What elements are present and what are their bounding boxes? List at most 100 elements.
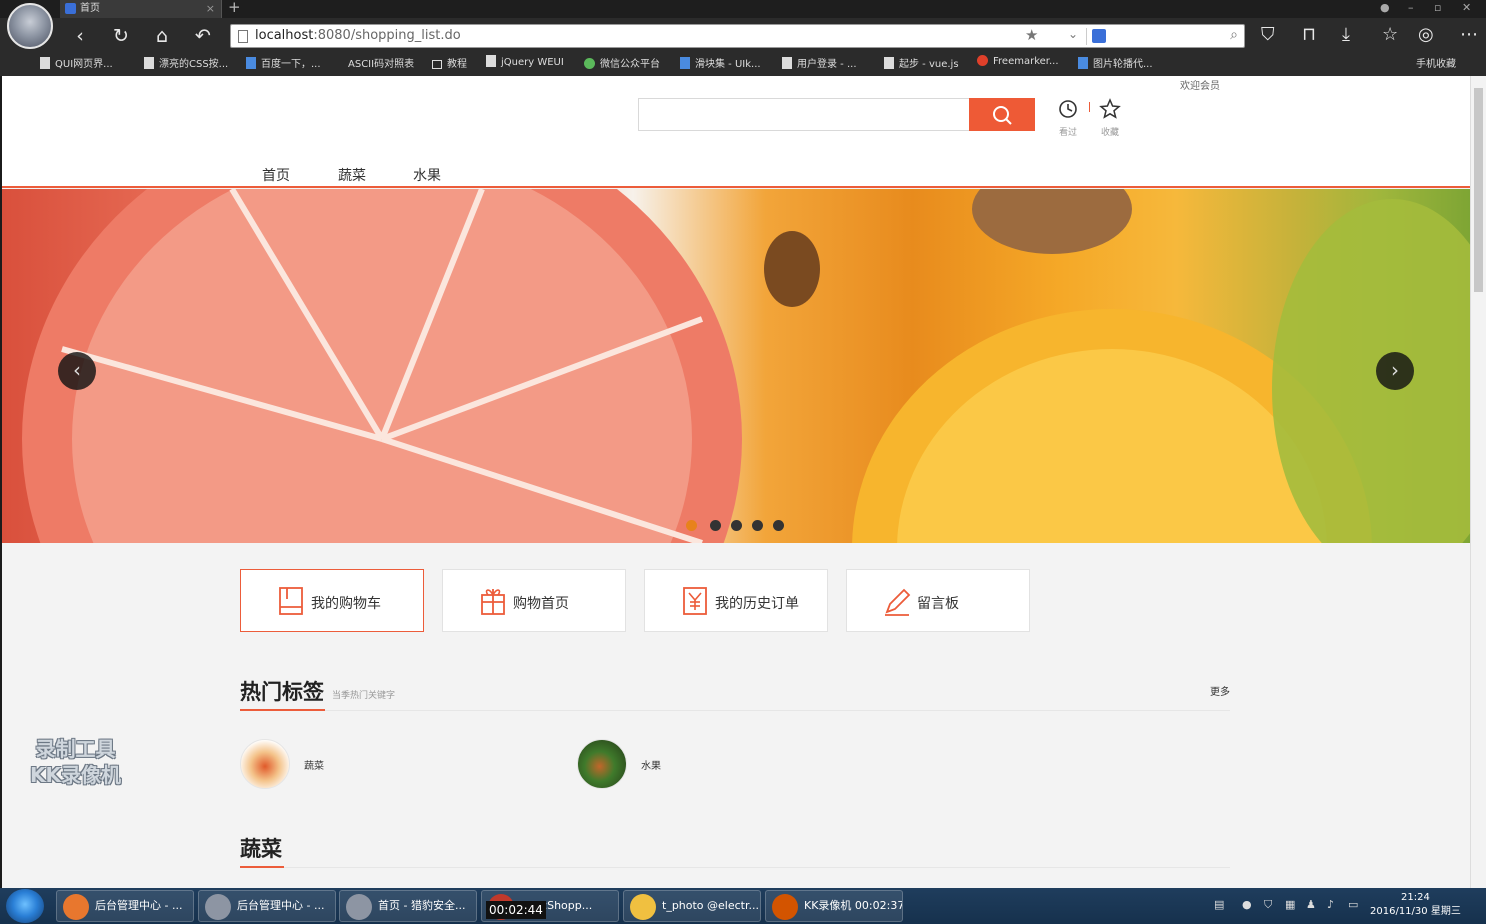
tag-label-fruits[interactable]: 水果 <box>641 757 661 772</box>
more-link[interactable]: 更多 <box>1210 683 1230 698</box>
order-history-button[interactable]: 我的历史订单 <box>644 569 828 632</box>
carousel-next-button[interactable]: › <box>1376 352 1414 390</box>
welcome-text: 欢迎会员 <box>1180 81 1220 92</box>
nav-item-fruits[interactable]: 水果 <box>413 165 441 185</box>
user-tray-icon[interactable]: ♟ <box>1306 898 1320 912</box>
nav-item-home[interactable]: 首页 <box>262 165 290 185</box>
taskbar-item[interactable]: KK录像机 00:02:37 <box>765 890 903 922</box>
search-icon[interactable]: ⌕ <box>1230 27 1238 43</box>
bookmark-item[interactable]: 滑块集 - UIk... <box>680 55 761 70</box>
search-engine-icon[interactable] <box>1092 29 1106 43</box>
history-link[interactable]: 看过 <box>1056 98 1080 138</box>
bookmark-label: 百度一下，... <box>261 59 321 70</box>
restore-icon[interactable]: ▫ <box>1434 1 1441 14</box>
bookmark-label: 教程 <box>447 59 467 70</box>
bookmark-star-icon[interactable]: ★ <box>1025 26 1038 44</box>
volume-icon[interactable]: ♪ <box>1327 898 1341 912</box>
gift-icon <box>481 589 505 615</box>
carousel-prev-button[interactable]: ‹ <box>58 352 96 390</box>
bookmark-folder-icon <box>432 60 442 69</box>
address-bar[interactable]: localhost:8080/shopping_list.do ★ ⌄ ⌕ <box>230 24 1245 48</box>
bookmark-item[interactable]: 百度一下，... <box>246 55 321 70</box>
watermark-line: KK录像机 <box>30 763 121 787</box>
bookmark-item[interactable]: 微信公众平台 <box>584 55 660 70</box>
start-button[interactable] <box>6 889 44 923</box>
bookmark-item[interactable]: QUI网页界... <box>40 55 113 70</box>
url-dropdown-icon[interactable]: ⌄ <box>1068 27 1078 41</box>
browser-icon <box>205 894 231 920</box>
bookmark-blue-icon <box>246 57 256 69</box>
bookmark-item[interactable]: 图片轮播代... <box>1078 55 1153 70</box>
undo-icon[interactable]: ↶ <box>191 24 215 48</box>
taskbar-item-label: 后台管理中心 - ... <box>237 899 325 912</box>
taskbar-item[interactable]: t_photo @electr... <box>623 890 761 922</box>
cart-icon <box>279 587 303 615</box>
nav-item-vegetables[interactable]: 蔬菜 <box>338 165 366 185</box>
shop-home-button[interactable]: 购物首页 <box>442 569 626 632</box>
tag-image-vegetables[interactable] <box>240 739 290 789</box>
favorites-link[interactable]: 收藏 <box>1098 98 1122 138</box>
taskbar-item[interactable]: 后台管理中心 - ... <box>198 890 336 922</box>
tab-close-icon[interactable]: × <box>206 0 215 18</box>
clock-date: 2016/11/30 星期三 <box>1370 906 1461 917</box>
antivirus-icon[interactable]: ● <box>1242 898 1256 912</box>
page-scrollbar[interactable] <box>1470 76 1486 888</box>
bookmark-item[interactable]: jQuery WEUI <box>486 55 564 68</box>
tag-image-fruits[interactable] <box>577 739 627 789</box>
clock-time: 21:24 <box>1401 892 1430 903</box>
system-clock[interactable]: 21:24 2016/11/30 星期三 <box>1370 891 1461 919</box>
bag-icon[interactable]: ⊓ <box>1302 24 1316 45</box>
message-board-label: 留言板 <box>917 596 959 612</box>
new-tab-button[interactable]: + <box>228 0 241 16</box>
bookmarks-bar: QUI网页界... 漂亮的CSS按... 百度一下，... ASCII码对照表 教程 jQ… <box>0 52 1486 72</box>
window-close-icon[interactable]: ✕ <box>1462 1 1471 14</box>
back-icon[interactable]: ‹ <box>68 24 92 48</box>
url-text[interactable]: localhost:8080/shopping_list.do <box>255 28 461 43</box>
reload-icon[interactable]: ↻ <box>109 24 133 48</box>
my-cart-button[interactable]: 我的购物车 <box>240 569 424 632</box>
hero-carousel[interactable]: ‹ › <box>2 189 1470 543</box>
mobile-favorites[interactable]: 手机收藏 <box>1416 55 1456 70</box>
carousel-dot[interactable] <box>710 520 721 531</box>
divider <box>284 867 1230 868</box>
search-input[interactable] <box>638 98 970 131</box>
tag-label-vegetables[interactable]: 蔬菜 <box>304 757 324 772</box>
home-icon[interactable]: ⌂ <box>150 24 174 48</box>
carousel-dot[interactable] <box>731 520 742 531</box>
hot-tags-title: 热门标签 <box>240 680 324 704</box>
skin-icon[interactable]: ● <box>1380 1 1390 14</box>
bookmark-item[interactable]: ASCII码对照表 <box>348 55 414 70</box>
shield-icon[interactable]: ⛉ <box>1261 24 1275 45</box>
bookmark-label: 起步 - vue.js <box>899 59 959 70</box>
message-board-button[interactable]: 留言板 <box>846 569 1030 632</box>
download-icon[interactable]: ⤓ <box>1342 24 1350 45</box>
minimize-icon[interactable]: – <box>1408 1 1414 14</box>
keyboard-icon[interactable]: ▤ <box>1214 898 1228 912</box>
scrollbar-thumb[interactable] <box>1474 88 1483 292</box>
carousel-dot[interactable] <box>752 520 763 531</box>
carousel-dot[interactable] <box>686 520 697 531</box>
game-icon[interactable]: ◎ <box>1418 24 1434 45</box>
display-icon[interactable]: ▭ <box>1348 898 1362 912</box>
taskbar-item[interactable]: 后台管理中心 - ... <box>56 890 194 922</box>
search-button[interactable] <box>969 98 1035 131</box>
carousel-dot[interactable] <box>773 520 784 531</box>
bookmark-label: 用户登录 - ... <box>797 59 857 70</box>
bookmark-item[interactable]: 起步 - vue.js <box>884 55 959 70</box>
bookmark-item[interactable]: 教程 <box>432 55 467 70</box>
menu-icon[interactable]: ⋯ <box>1460 24 1478 45</box>
network-icon[interactable]: ▦ <box>1285 898 1299 912</box>
favorites-star-icon[interactable]: ☆ <box>1382 24 1398 45</box>
bookmark-item[interactable]: Freemarker... <box>977 55 1059 67</box>
fruit-banner-image <box>22 189 1470 543</box>
bookmark-item[interactable]: 用户登录 - ... <box>782 55 857 70</box>
user-avatar[interactable] <box>7 3 53 49</box>
order-history-label: 我的历史订单 <box>715 596 799 612</box>
bookmark-page-icon <box>884 57 894 69</box>
star-icon <box>1099 98 1121 119</box>
taskbar-item[interactable]: 首页 - 猎豹安全... <box>339 890 477 922</box>
browser-chrome: 首页 × + ● – ▫ ✕ ‹ ↻ ⌂ ↶ localhost:8080/sh… <box>0 0 1486 76</box>
bookmark-item[interactable]: 漂亮的CSS按... <box>144 55 228 70</box>
browser-tab[interactable]: 首页 × <box>60 0 222 18</box>
shield-tray-icon[interactable]: ⛉ <box>1264 898 1278 912</box>
